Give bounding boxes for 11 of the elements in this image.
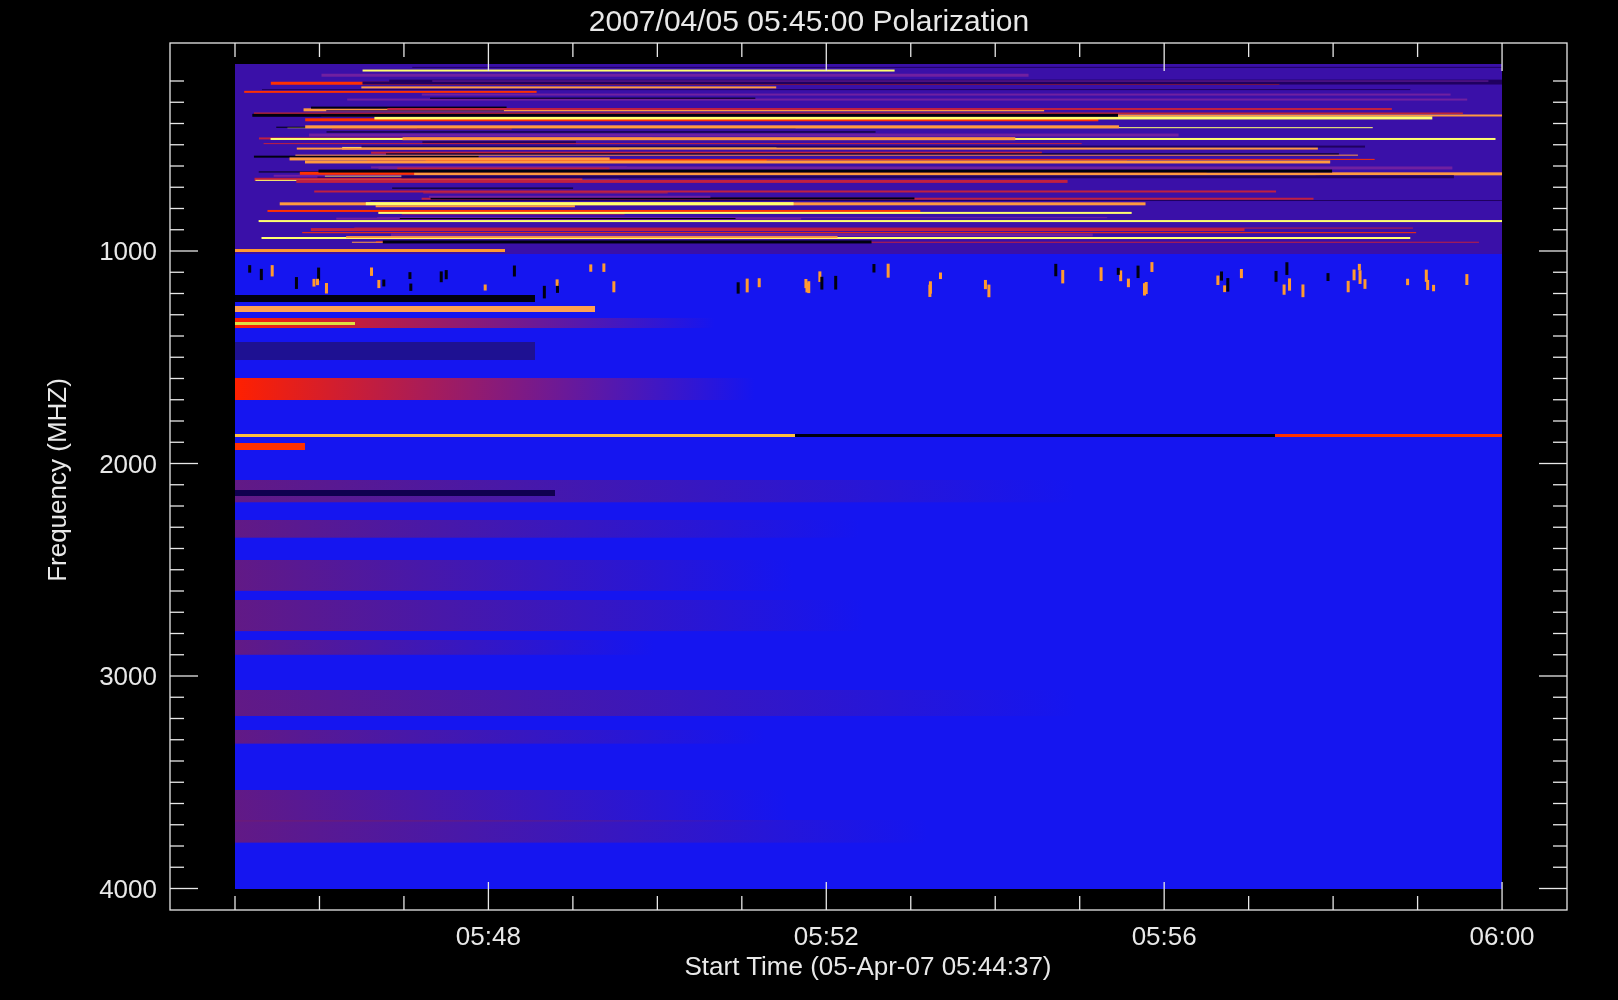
y-tick-label: 3000 — [99, 661, 157, 691]
x-tick-label: 05:48 — [455, 921, 521, 951]
y-tick-label: 2000 — [99, 448, 157, 479]
y-tick-label: 4000 — [99, 873, 157, 904]
x-tick-label: 05:56 — [1131, 921, 1197, 951]
plot-title: 2007/04/05 05:45:00 Polarization — [588, 4, 1030, 37]
x-tick-label: 06:00 — [1469, 921, 1535, 951]
x-tick-label: 05:52 — [793, 921, 859, 951]
y-axis-title: Frequency (MHZ) — [42, 378, 72, 582]
y-tick-label: 1000 — [99, 236, 157, 266]
x-axis-title: Start Time (05-Apr-07 05:44:37) — [684, 951, 1052, 981]
